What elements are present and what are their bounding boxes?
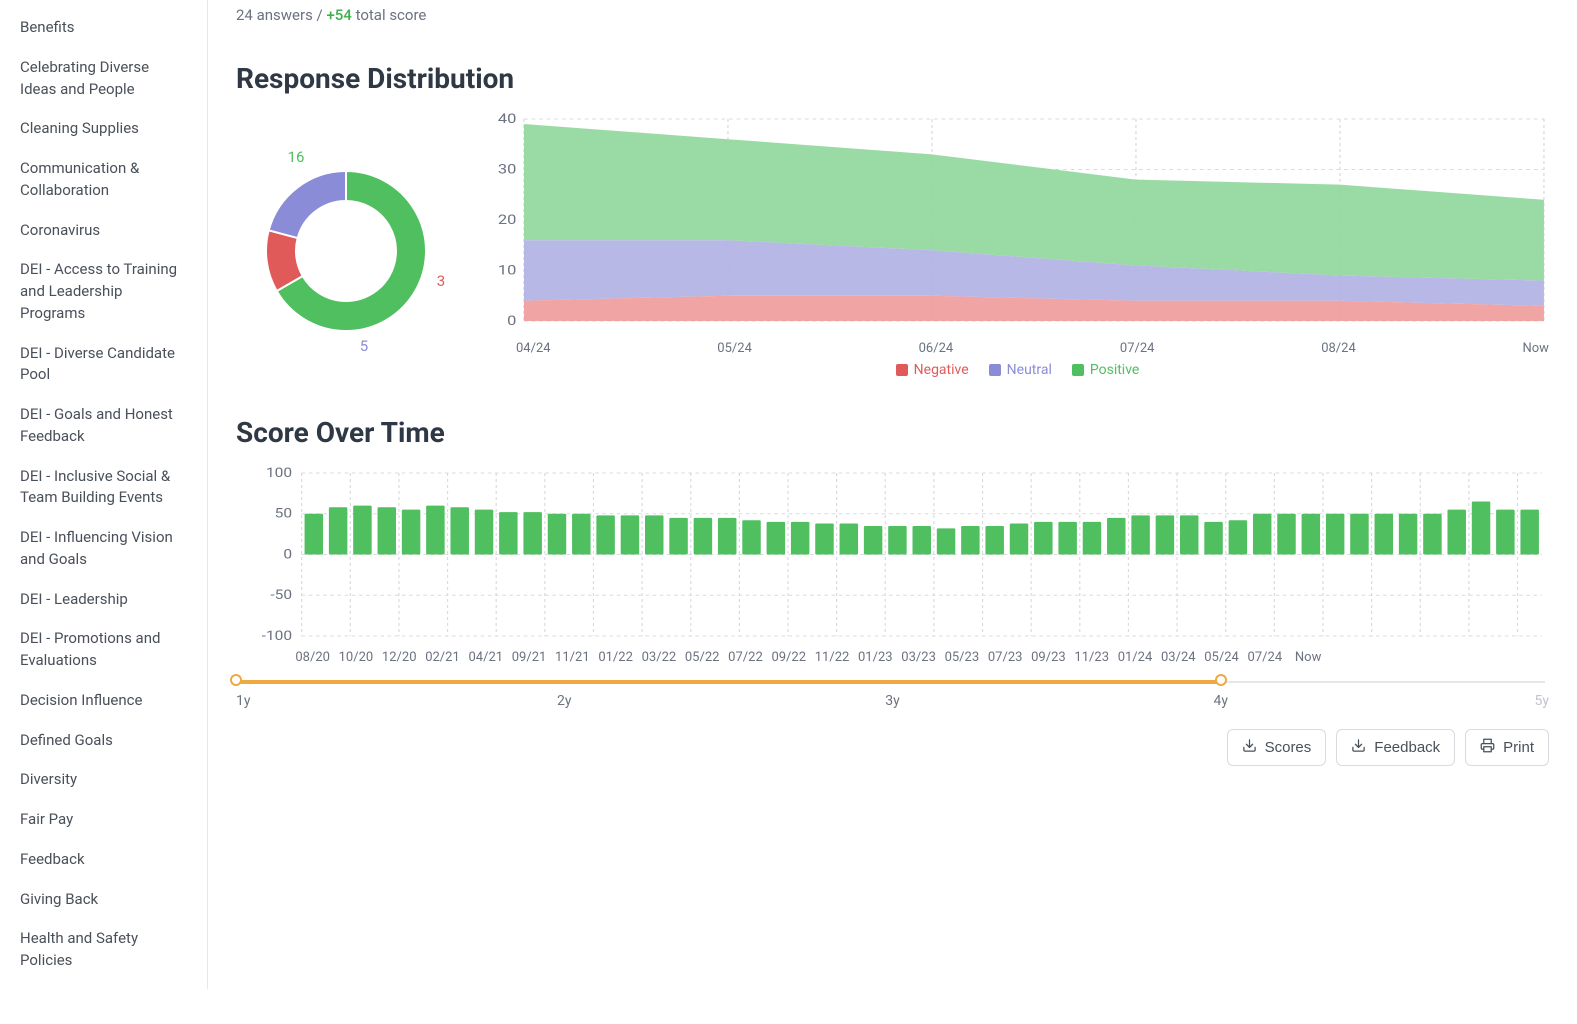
sidebar: BenefitsCelebrating Diverse Ideas and Pe… bbox=[0, 0, 208, 989]
area-x-tick: 07/24 bbox=[1120, 341, 1155, 356]
area-x-tick: Now bbox=[1522, 341, 1548, 356]
bar-x-tick: Now bbox=[1286, 650, 1329, 665]
bar-chart: -100-50050100 08/2010/2012/2002/2104/210… bbox=[236, 467, 1549, 665]
bar-x-tick: 05/22 bbox=[681, 650, 724, 665]
bar-x-tick: 10/20 bbox=[334, 650, 377, 665]
svg-text:0: 0 bbox=[507, 313, 516, 329]
bar-x-tick: 03/22 bbox=[637, 650, 680, 665]
bar-x-tick: 09/22 bbox=[767, 650, 810, 665]
sidebar-item[interactable]: Coronavirus bbox=[0, 211, 207, 251]
feedback-button-label: Feedback bbox=[1374, 739, 1440, 756]
svg-text:100: 100 bbox=[266, 467, 292, 481]
sidebar-item[interactable]: Cleaning Supplies bbox=[0, 109, 207, 149]
bar-x-tick: 03/23 bbox=[897, 650, 940, 665]
bar-x-tick: 07/22 bbox=[724, 650, 767, 665]
legend-neutral: Neutral bbox=[989, 362, 1052, 378]
area-x-tick: 04/24 bbox=[516, 341, 551, 356]
download-icon bbox=[1242, 738, 1257, 757]
slider-tick-label[interactable]: 1y bbox=[236, 693, 251, 709]
print-button[interactable]: Print bbox=[1465, 729, 1549, 766]
question-meta: 24 answers / +54 total score bbox=[236, 0, 1549, 24]
scores-button-label: Scores bbox=[1265, 739, 1312, 756]
sidebar-item[interactable]: Benefits bbox=[0, 8, 207, 48]
slider-tick-label[interactable]: 2y bbox=[557, 693, 572, 709]
sidebar-item[interactable]: DEI - Influencing Vision and Goals bbox=[0, 518, 207, 580]
donut-label-negative: 3 bbox=[437, 272, 445, 290]
bar-x-tick: 07/24 bbox=[1243, 650, 1286, 665]
legend-negative: Negative bbox=[896, 362, 969, 378]
answers-count: 24 answers / bbox=[236, 6, 326, 24]
bar-x-tick: 11/21 bbox=[551, 650, 594, 665]
svg-text:10: 10 bbox=[498, 262, 516, 278]
bar-x-tick: 03/24 bbox=[1157, 650, 1200, 665]
svg-text:50: 50 bbox=[275, 507, 292, 522]
bar-x-tick: 11/23 bbox=[1070, 650, 1113, 665]
print-icon bbox=[1480, 738, 1495, 757]
bar-x-tick: 01/22 bbox=[594, 650, 637, 665]
bar-x-tick: 04/21 bbox=[464, 650, 507, 665]
sidebar-item[interactable]: DEI - Inclusive Social & Team Building E… bbox=[0, 457, 207, 519]
svg-text:30: 30 bbox=[498, 161, 516, 177]
total-score-suffix: total score bbox=[352, 6, 427, 24]
sidebar-item[interactable]: Decision Influence bbox=[0, 681, 207, 721]
slider-tick-label[interactable]: 3y bbox=[885, 693, 900, 709]
svg-text:-100: -100 bbox=[262, 629, 292, 642]
score-over-time-heading: Score Over Time bbox=[236, 416, 1549, 449]
donut-chart: 1635 bbox=[236, 113, 456, 378]
sidebar-item[interactable]: Celebrating Diverse Ideas and People bbox=[0, 48, 207, 110]
slider-tick-label[interactable]: 4y bbox=[1214, 693, 1229, 709]
slider-handle[interactable] bbox=[230, 674, 242, 686]
sidebar-item[interactable]: Communication & Collaboration bbox=[0, 149, 207, 211]
sidebar-item[interactable]: Fair Pay bbox=[0, 800, 207, 840]
area-x-tick: 05/24 bbox=[717, 341, 752, 356]
sidebar-item[interactable]: DEI - Access to Training and Leadership … bbox=[0, 250, 207, 333]
bar-x-tick: 05/23 bbox=[940, 650, 983, 665]
time-range-slider[interactable]: 1y 2y 3y 4y 5y bbox=[236, 675, 1549, 715]
area-chart: 0 10 20 30 40 04/24 05/24 06/24 07/24 08/24 Now N… bbox=[486, 113, 1549, 378]
legend-positive: Positive bbox=[1072, 362, 1139, 378]
export-actions: Scores Feedback Print bbox=[236, 729, 1549, 766]
bar-x-tick: 02/21 bbox=[421, 650, 464, 665]
sidebar-item[interactable]: DEI - Diverse Candidate Pool bbox=[0, 334, 207, 396]
svg-text:40: 40 bbox=[498, 113, 516, 127]
sidebar-item[interactable]: Health and Safety Policies bbox=[0, 919, 207, 981]
sidebar-item[interactable]: DEI - Promotions and Evaluations bbox=[0, 619, 207, 681]
bar-x-tick: 01/23 bbox=[854, 650, 897, 665]
main-content: 24 answers / +54 total score Response Di… bbox=[208, 0, 1577, 989]
total-score-value: +54 bbox=[326, 6, 351, 24]
svg-text:20: 20 bbox=[498, 212, 516, 228]
scores-button[interactable]: Scores bbox=[1227, 729, 1327, 766]
download-icon bbox=[1351, 738, 1366, 757]
bar-x-tick: 09/21 bbox=[507, 650, 550, 665]
sidebar-item[interactable]: Defined Goals bbox=[0, 721, 207, 761]
bar-x-tick: 05/24 bbox=[1200, 650, 1243, 665]
donut-label-positive: 16 bbox=[288, 148, 305, 166]
bar-x-tick: 08/20 bbox=[291, 650, 334, 665]
response-distribution-heading: Response Distribution bbox=[236, 62, 1549, 95]
slider-tick-label[interactable]: 5y bbox=[1535, 693, 1550, 709]
area-x-tick: 06/24 bbox=[919, 341, 954, 356]
svg-text:0: 0 bbox=[283, 548, 292, 563]
sidebar-item[interactable]: DEI - Leadership bbox=[0, 580, 207, 620]
bar-x-tick: 09/23 bbox=[1027, 650, 1070, 665]
sidebar-item[interactable]: Feedback bbox=[0, 840, 207, 880]
bar-x-tick: 11/22 bbox=[810, 650, 853, 665]
sidebar-item[interactable]: DEI - Goals and Honest Feedback bbox=[0, 395, 207, 457]
area-x-tick: 08/24 bbox=[1321, 341, 1356, 356]
bar-x-tick: 01/24 bbox=[1113, 650, 1156, 665]
area-legend: Negative Neutral Positive bbox=[486, 362, 1549, 378]
slider-handle[interactable] bbox=[1215, 674, 1227, 686]
sidebar-item[interactable]: Diversity bbox=[0, 760, 207, 800]
bar-x-tick: 12/20 bbox=[378, 650, 421, 665]
sidebar-item[interactable]: Giving Back bbox=[0, 880, 207, 920]
donut-label-neutral: 5 bbox=[360, 337, 368, 355]
svg-text:-50: -50 bbox=[270, 588, 292, 603]
feedback-button[interactable]: Feedback bbox=[1336, 729, 1455, 766]
print-button-label: Print bbox=[1503, 739, 1534, 756]
bar-x-tick: 07/23 bbox=[984, 650, 1027, 665]
